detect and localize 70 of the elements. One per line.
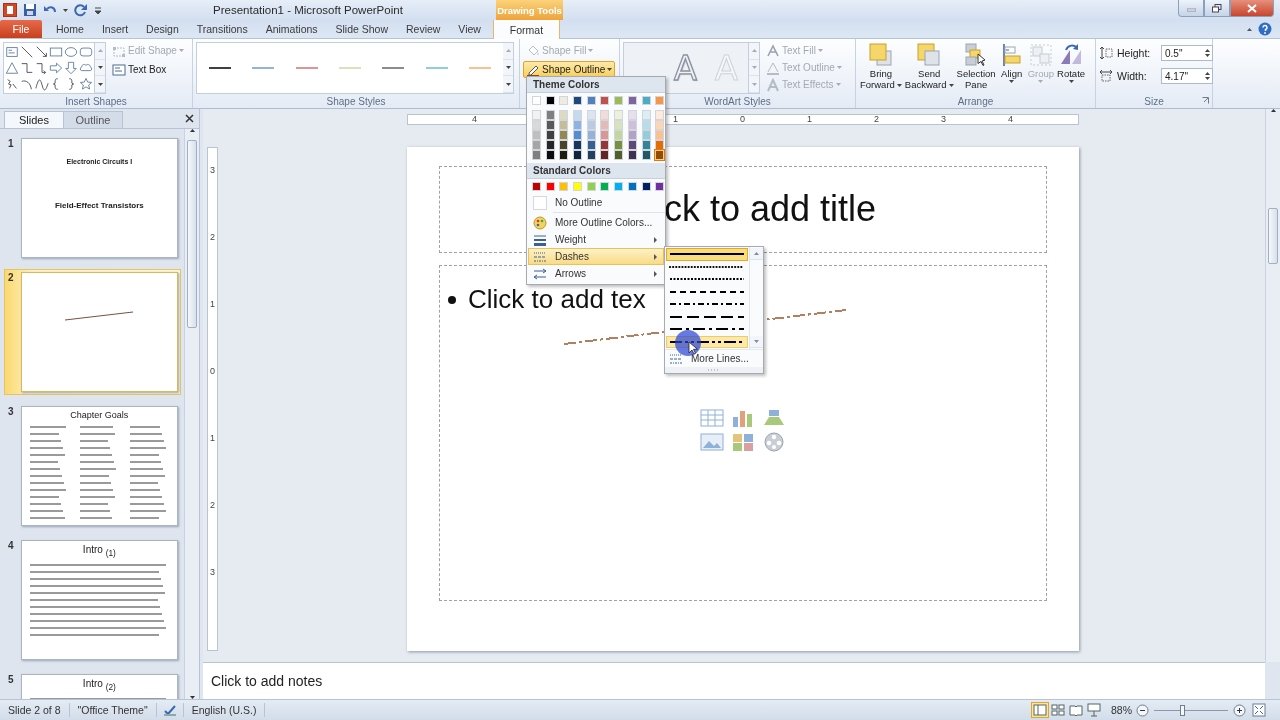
ruler-number: 3 bbox=[210, 568, 215, 579]
slide-thumbnail[interactable]: Intro $_{(2)}$ bbox=[20, 674, 178, 699]
slide-title: Intro $_{(2)}$ bbox=[82, 678, 116, 692]
slide-number: 2 bbox=[7, 272, 15, 285]
ribbon-tab[interactable]: Design bbox=[142, 20, 183, 38]
ruler-number: 3 bbox=[210, 166, 215, 177]
ribbon-tab[interactable]: Format bbox=[493, 20, 560, 39]
ribbon-tab[interactable]: Animations bbox=[261, 20, 322, 38]
ruler-number: 2 bbox=[210, 501, 215, 512]
ribbon-command[interactable]: Rotate bbox=[1056, 42, 1087, 94]
pane-tab[interactable]: Outline bbox=[63, 111, 123, 128]
ruler-number: 0 bbox=[740, 115, 745, 124]
ruler-number: 4 bbox=[472, 115, 477, 124]
ruler-number: 1 bbox=[673, 115, 678, 124]
ruler-number: 1 bbox=[210, 300, 215, 311]
group-label: Size bbox=[1144, 95, 1164, 107]
menu-item[interactable]: More Outline Colors... bbox=[528, 214, 664, 231]
group-label: WordArt Styles bbox=[704, 95, 771, 107]
group-label: Arrange bbox=[957, 95, 994, 107]
size-field[interactable]: 0.5" bbox=[1161, 45, 1213, 61]
body-text: Click to add tex bbox=[468, 284, 646, 315]
contextual-tab-header: Drawing Tools bbox=[496, 0, 563, 20]
menu-header: Theme Colors bbox=[527, 77, 665, 93]
ribbon-command[interactable]: Selection Pane bbox=[955, 42, 997, 94]
slide-subtitle: Field-Effect Transistors bbox=[54, 201, 144, 210]
menu-item[interactable]: Arrows bbox=[528, 265, 664, 282]
ruler-number: 0 bbox=[210, 367, 215, 378]
window-title: Presentation1 - Microsoft PowerPoint bbox=[212, 3, 404, 18]
ruler-number: 4 bbox=[1008, 115, 1013, 124]
ruler-number: 3 bbox=[941, 115, 946, 124]
pane-tab[interactable]: Slides bbox=[4, 111, 64, 128]
slide-indicator: Slide 2 of 8 bbox=[0, 703, 70, 717]
slide-number: 5 bbox=[7, 674, 15, 687]
ruler-number: 2 bbox=[874, 115, 879, 124]
ribbon-tab[interactable]: Home bbox=[51, 20, 88, 38]
notes-pane[interactable]: Click to add notes bbox=[203, 662, 1265, 699]
ribbon-tab[interactable]: Review bbox=[402, 20, 445, 38]
zoom-level[interactable]: 88% bbox=[1103, 704, 1136, 716]
file-tab[interactable]: File bbox=[0, 20, 42, 38]
ruler-number: 2 bbox=[210, 233, 215, 244]
menu-item[interactable]: No Outline bbox=[528, 194, 664, 211]
menu-header: Standard Colors bbox=[527, 163, 665, 179]
size-field[interactable]: 4.17" bbox=[1161, 68, 1213, 84]
slide-thumbnail[interactable]: Chapter Goals bbox=[20, 406, 178, 526]
ribbon-tab[interactable]: Slide Show bbox=[331, 20, 393, 38]
slide-number: 3 bbox=[7, 406, 15, 419]
ribbon-command[interactable]: Bring Forward bbox=[859, 42, 903, 94]
menu-item[interactable]: Dashes bbox=[528, 248, 664, 265]
slide-number: 4 bbox=[7, 540, 15, 553]
slide-title: Chapter Goals bbox=[70, 410, 129, 420]
ribbon-tab[interactable]: View bbox=[454, 20, 485, 38]
field-label: Height: bbox=[1117, 47, 1152, 59]
ribbon-tab[interactable]: Transitions bbox=[192, 20, 252, 38]
ribbon-command[interactable]: Send Backward bbox=[903, 42, 955, 94]
ribbon-command[interactable]: Text Box bbox=[109, 61, 187, 78]
theme-name: "Office Theme" bbox=[69, 703, 157, 717]
ruler-number: 1 bbox=[210, 434, 215, 445]
slide-title: Intro $_{(1)}$ bbox=[82, 544, 116, 558]
group-label: Insert Shapes bbox=[65, 95, 127, 107]
notes-placeholder: Click to add notes bbox=[211, 673, 323, 689]
ribbon-tab[interactable]: Insert bbox=[97, 20, 133, 38]
ribbon-command[interactable]: Align bbox=[997, 42, 1026, 94]
title-text: ck to add title bbox=[664, 187, 877, 231]
slide-number: 1 bbox=[7, 138, 15, 151]
slide-thumbnail[interactable]: Intro $_{(1)}$ bbox=[20, 540, 178, 660]
language-indicator: English (U.S.) bbox=[183, 703, 266, 717]
group-label: Shape Styles bbox=[326, 95, 386, 107]
field-label: Width: bbox=[1117, 70, 1148, 82]
menu-item[interactable]: Weight bbox=[528, 231, 664, 248]
ruler-number: 1 bbox=[807, 115, 812, 124]
